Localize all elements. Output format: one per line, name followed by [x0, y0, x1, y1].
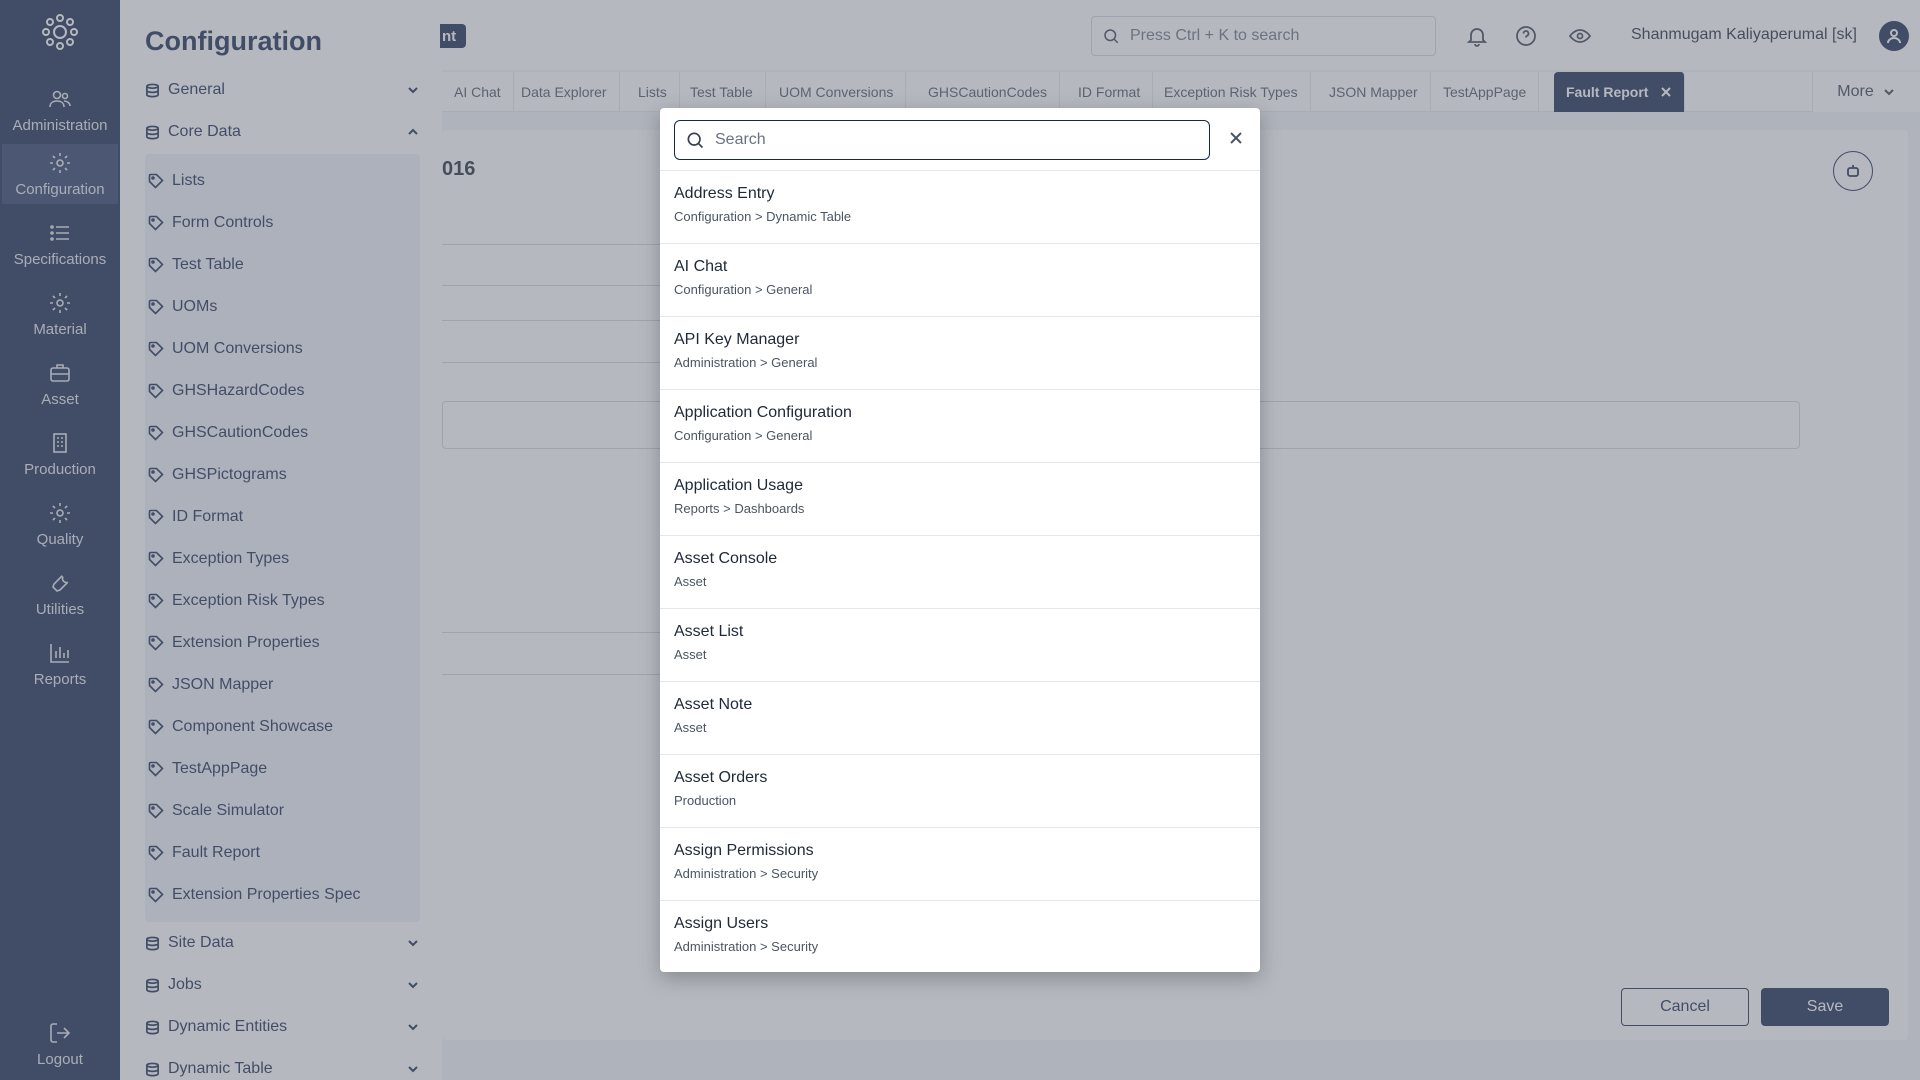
search-result-item[interactable]: Application Usage Reports > Dashboards [660, 462, 1260, 535]
search-icon [687, 132, 704, 149]
result-title: AI Chat [674, 258, 728, 275]
close-icon[interactable] [1228, 130, 1244, 146]
dialog-search-box[interactable] [674, 120, 1210, 160]
result-path: Configuration > General [674, 282, 813, 297]
result-title: Application Usage [674, 477, 803, 494]
result-path: Production [674, 793, 737, 808]
search-result-item[interactable]: Asset Console Asset [660, 535, 1260, 608]
search-result-item[interactable]: Asset List Asset [660, 608, 1260, 681]
result-path: Asset [674, 647, 707, 662]
search-result-item[interactable]: Assign Permissions Administration > Secur… [660, 827, 1260, 900]
search-result-item[interactable]: Address Entry Configuration > Dynamic Tab… [660, 170, 1260, 243]
result-title: API Key Manager [674, 331, 800, 348]
result-path: Configuration > General [674, 428, 813, 443]
result-title: Assign Permissions [674, 842, 814, 859]
result-path: Administration > Security [674, 866, 819, 881]
search-dialog: Address Entry Configuration > Dynamic Tab… [660, 108, 1260, 972]
result-title: Asset Orders [674, 769, 768, 786]
search-results-list: Address Entry Configuration > Dynamic Tab… [660, 170, 1260, 972]
search-result-item[interactable]: Application Configuration Configuration >… [660, 389, 1260, 462]
result-path: Asset [674, 574, 707, 589]
result-title: Assign Users [674, 915, 769, 932]
result-title: Asset List [674, 623, 744, 640]
result-title: Asset Note [674, 696, 753, 713]
result-title: Address Entry [674, 185, 775, 202]
search-result-item[interactable]: Asset Note Asset [660, 681, 1260, 754]
result-title: Application Configuration [674, 404, 852, 421]
search-result-item[interactable]: Asset Orders Production [660, 754, 1260, 827]
search-input[interactable] [715, 131, 1195, 149]
result-path: Administration > Security [674, 939, 819, 954]
search-result-item[interactable]: Assign Users Administration > Security [660, 900, 1260, 972]
result-path: Reports > Dashboards [674, 501, 805, 516]
result-path: Configuration > Dynamic Table [674, 209, 852, 224]
result-title: Asset Console [674, 550, 778, 567]
result-path: Administration > General [674, 355, 818, 370]
result-path: Asset [674, 720, 707, 735]
search-result-item[interactable]: API Key Manager Administration > General [660, 316, 1260, 389]
search-result-item[interactable]: AI Chat Configuration > General [660, 243, 1260, 316]
